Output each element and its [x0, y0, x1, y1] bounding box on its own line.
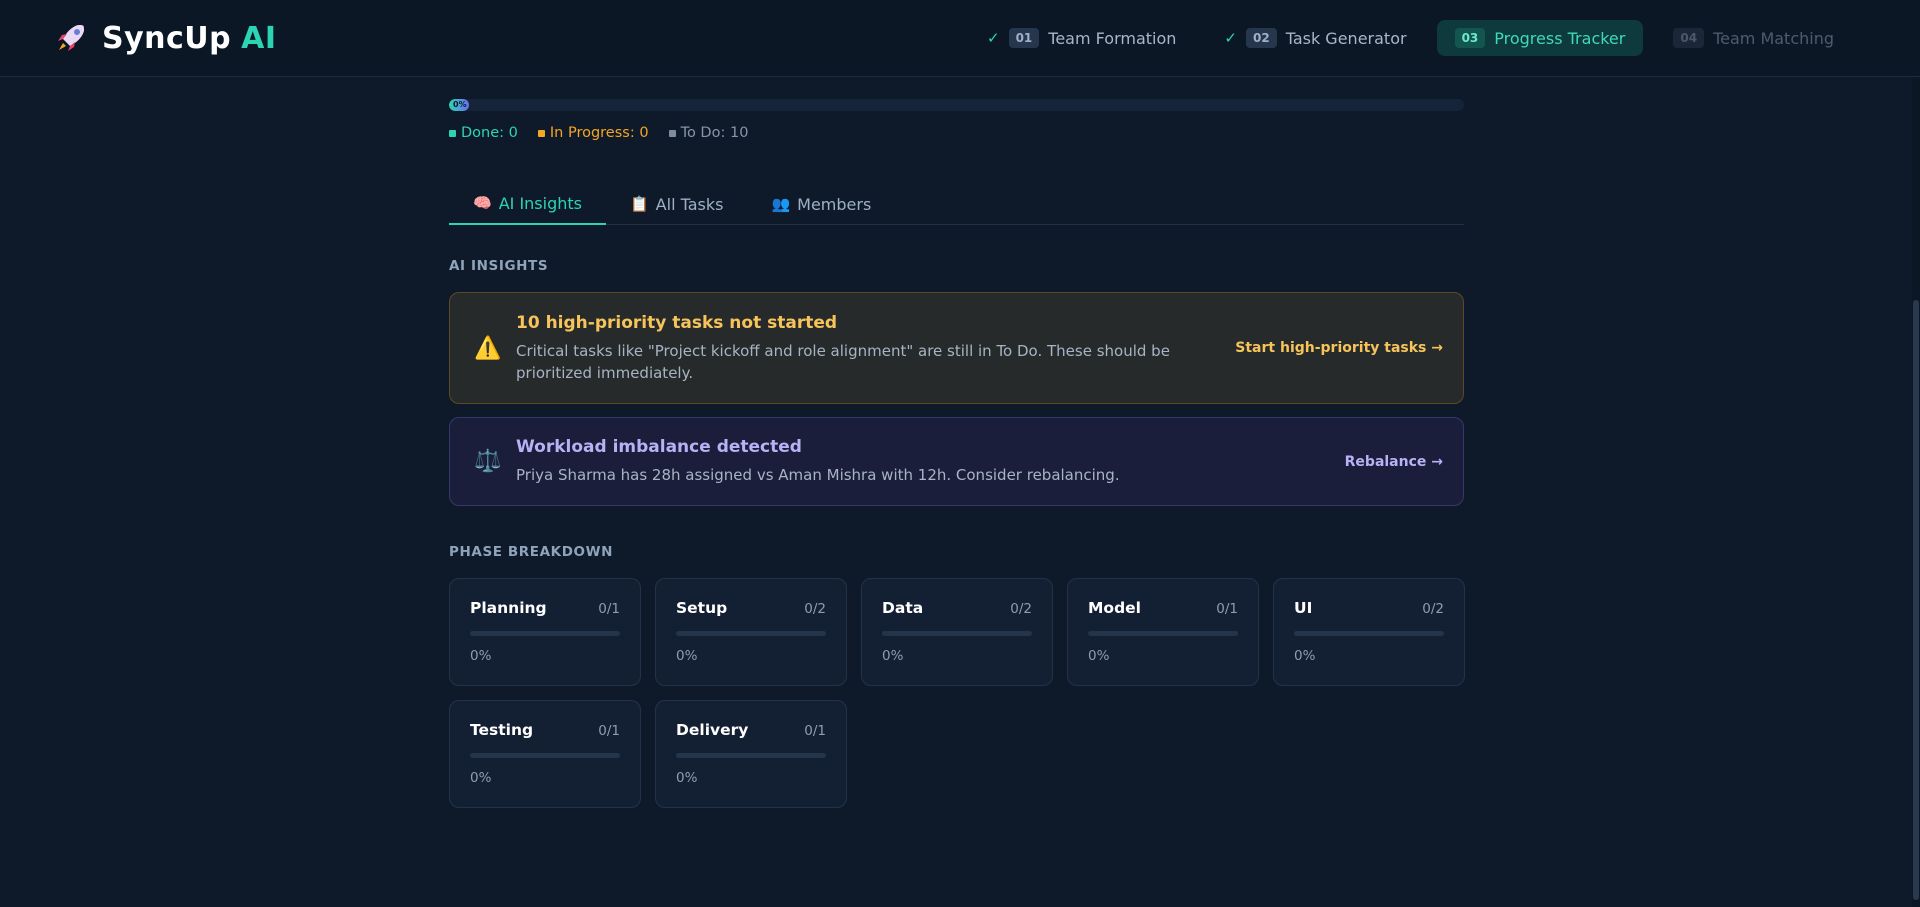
- legend-in-progress: In Progress: 0: [537, 125, 649, 141]
- phase-name: Planning: [470, 599, 547, 617]
- step-team-formation[interactable]: ✓ 01 Team Formation: [969, 20, 1194, 56]
- phase-name: Data: [882, 599, 924, 617]
- tab-members[interactable]: 👥 Members: [747, 183, 895, 225]
- insight-title: Workload imbalance detected: [516, 437, 802, 457]
- view-tabs: 🧠 AI Insights 📋 All Tasks 👥 Members: [449, 183, 1464, 225]
- insight-card-workload: ⚖️ Workload imbalance detected Priya Sha…: [449, 417, 1464, 506]
- insight-description: Priya Sharma has 28h assigned vs Aman Mi…: [516, 466, 1120, 484]
- phase-count: 0/1: [804, 723, 826, 739]
- done-square-icon: [449, 129, 456, 137]
- step-number: 04: [1673, 28, 1705, 48]
- people-icon: 👥: [771, 195, 791, 213]
- top-header: SyncUp AI ✓ 01 Team Formation ✓ 02 Task G…: [0, 0, 1920, 77]
- legend-in-progress-label: In Progress: 0: [549, 125, 649, 141]
- tab-label: Members: [797, 194, 872, 214]
- phase-count: 0/1: [598, 601, 620, 617]
- phase-progress-bar: [470, 753, 620, 758]
- step-number: 02: [1245, 28, 1277, 48]
- step-label: Progress Tracker: [1494, 28, 1626, 48]
- step-team-matching[interactable]: 04 Team Matching: [1655, 20, 1852, 56]
- phase-count: 0/1: [598, 723, 620, 739]
- legend-done-label: Done: 0: [461, 125, 518, 141]
- step-progress-tracker[interactable]: 03 Progress Tracker: [1436, 20, 1644, 56]
- phase-name: Setup: [676, 599, 728, 617]
- check-icon: ✓: [1224, 29, 1237, 47]
- phase-card-setup: Setup 0/2 0%: [655, 578, 847, 686]
- in-progress-square-icon: [537, 129, 545, 137]
- brand-name: SyncUp AI: [102, 21, 277, 56]
- phase-grid: Planning 0/1 0% Setup 0/2 0% Data 0/2 0% Mo…: [449, 578, 1465, 808]
- status-legend: Done: 0 In Progress: 0 To Do: 10: [449, 125, 748, 141]
- insight-card-high-priority: ⚠️ 10 high-priority tasks not started Cr…: [449, 292, 1464, 404]
- step-number: 01: [1008, 28, 1040, 48]
- scrollbar-thumb[interactable]: [1913, 300, 1919, 900]
- legend-todo-label: To Do: 10: [680, 125, 749, 141]
- insight-body: Workload imbalance detected Priya Sharma…: [516, 437, 1345, 486]
- insight-description: Critical tasks like "Project kickoff and…: [516, 341, 1170, 382]
- check-icon: ✓: [986, 29, 1000, 47]
- phase-percent: 0%: [1088, 648, 1110, 664]
- phase-name: Model: [1088, 599, 1141, 617]
- step-label: Team Matching: [1713, 28, 1834, 48]
- tab-ai-insights[interactable]: 🧠 AI Insights: [449, 183, 606, 225]
- legend-todo: To Do: 10: [668, 125, 749, 141]
- insight-body: 10 high-priority tasks not started Criti…: [516, 313, 1235, 384]
- phase-count: 0/1: [1216, 601, 1238, 617]
- phase-progress-bar: [1294, 631, 1444, 636]
- step-number: 03: [1454, 28, 1486, 48]
- phase-progress-bar: [470, 631, 620, 636]
- phase-percent: 0%: [676, 648, 698, 664]
- phase-percent: 0%: [882, 648, 904, 664]
- phase-progress-bar: [1088, 631, 1238, 636]
- phase-percent: 0%: [470, 770, 492, 786]
- phase-name: UI: [1294, 599, 1313, 617]
- phase-count: 0/2: [1010, 601, 1032, 617]
- scale-icon: ⚖️: [474, 449, 502, 474]
- phase-card-data: Data 0/2 0%: [861, 578, 1053, 686]
- phase-name: Delivery: [676, 721, 749, 739]
- phase-name: Testing: [470, 721, 534, 739]
- phase-card-ui: UI 0/2 0%: [1273, 578, 1465, 686]
- legend-done: Done: 0: [449, 125, 518, 141]
- phase-count: 0/2: [1422, 601, 1444, 617]
- step-label: Task Generator: [1285, 28, 1407, 48]
- brain-icon: 🧠: [473, 194, 492, 212]
- phase-card-planning: Planning 0/1 0%: [449, 578, 641, 686]
- phase-section-title: PHASE BREAKDOWN: [449, 544, 613, 560]
- insight-title: 10 high-priority tasks not started: [516, 312, 838, 333]
- step-nav: ✓ 01 Team Formation ✓ 02 Task Generator …: [969, 20, 1852, 56]
- phase-percent: 0%: [1294, 648, 1316, 664]
- phase-progress-bar: [676, 753, 826, 758]
- brand-accent-text: AI: [241, 20, 277, 56]
- clipboard-icon: 📋: [629, 195, 649, 213]
- tab-all-tasks[interactable]: 📋 All Tasks: [606, 183, 747, 225]
- phase-card-testing: Testing 0/1 0%: [449, 700, 641, 808]
- phase-progress-bar: [882, 631, 1032, 636]
- tab-label: All Tasks: [655, 194, 724, 214]
- tab-label: AI Insights: [498, 193, 582, 213]
- phase-count: 0/2: [804, 601, 826, 617]
- step-label: Team Formation: [1048, 28, 1177, 48]
- step-task-generator[interactable]: ✓ 02 Task Generator: [1206, 20, 1424, 56]
- phase-progress-bar: [676, 631, 826, 636]
- rocket-icon: [58, 25, 84, 51]
- todo-square-icon: [668, 129, 676, 137]
- brand-name-text: SyncUp: [102, 20, 232, 56]
- rebalance-button[interactable]: Rebalance →: [1345, 454, 1443, 470]
- overall-progress-fill: 0%: [449, 99, 469, 111]
- phase-card-delivery: Delivery 0/1 0%: [655, 700, 847, 808]
- insights-section-title: AI INSIGHTS: [449, 258, 549, 274]
- phase-percent: 0%: [676, 770, 698, 786]
- phase-percent: 0%: [470, 648, 492, 664]
- start-high-priority-button[interactable]: Start high-priority tasks →: [1235, 340, 1443, 356]
- overall-progress-bar: 0%: [449, 99, 1464, 111]
- brand[interactable]: SyncUp AI: [54, 21, 277, 56]
- warning-icon: ⚠️: [474, 335, 502, 361]
- phase-card-model: Model 0/1 0%: [1067, 578, 1259, 686]
